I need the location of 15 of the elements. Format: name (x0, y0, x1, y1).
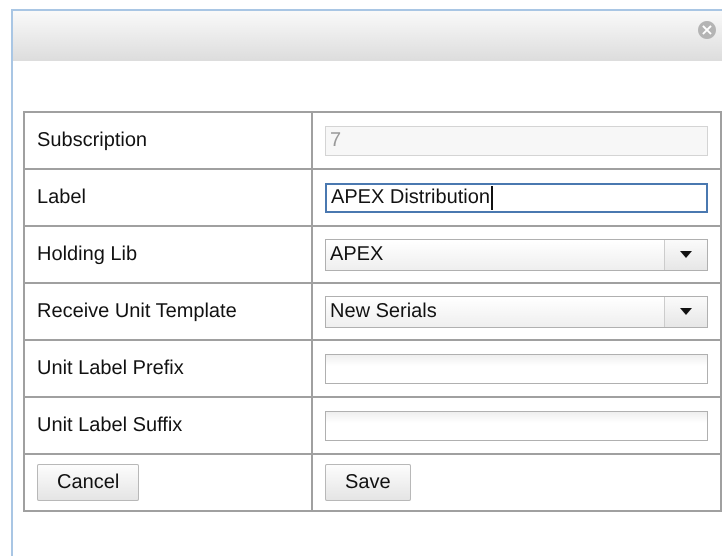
text-field[interactable] (325, 354, 708, 384)
field-label: Holding Lib (37, 243, 138, 265)
save-button[interactable]: Save (325, 464, 411, 501)
dropdown[interactable]: APEX (325, 238, 708, 270)
field-label: Unit Label Prefix (37, 357, 184, 379)
text-field[interactable]: APEX Distribution (325, 182, 708, 212)
field-label: Unit Label Suffix (37, 414, 182, 436)
caret-icon (680, 251, 692, 258)
text-field[interactable] (325, 410, 708, 440)
caret-icon (680, 308, 692, 315)
dropdown[interactable]: New Serials (325, 296, 708, 328)
field-label: Receive Unit Template (37, 300, 237, 322)
field-label: Label (37, 186, 86, 208)
field-label: Subscription (37, 129, 148, 151)
cancel-button[interactable]: Cancel (37, 464, 140, 501)
